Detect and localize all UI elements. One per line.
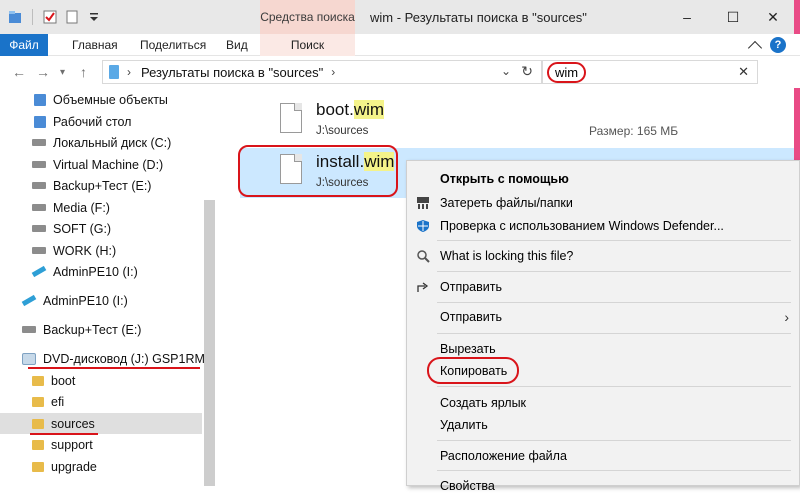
- sidebar-item-drive-d[interactable]: Virtual Machine (D:): [32, 154, 163, 175]
- menu-item-share[interactable]: Отправить: [407, 274, 800, 300]
- ribbon-tabs: Файл Главная Поделиться Вид Поиск ?: [0, 34, 800, 56]
- refresh-icon[interactable]: ↻: [521, 63, 533, 80]
- navigation-pane: Объемные объекты Рабочий стол Локальный …: [0, 88, 204, 486]
- menu-item-what-is-locking[interactable]: What is locking this file?: [407, 243, 800, 269]
- folder-icon: [32, 461, 44, 472]
- folder-blue-icon: [34, 115, 46, 128]
- breadcrumb-chevron-icon[interactable]: ›: [127, 65, 131, 79]
- breadcrumb[interactable]: Результаты поиска в "sources": [141, 65, 323, 80]
- quick-access-toolbar: [0, 0, 101, 34]
- sidebar-item-drive-e[interactable]: Backup+Тест (E:): [32, 175, 151, 196]
- folder-icon: [32, 418, 44, 429]
- breadcrumb-chevron-icon[interactable]: ›: [331, 65, 335, 79]
- file-size: Размер: 165 МБ: [589, 124, 679, 138]
- back-arrow-icon[interactable]: ←: [12, 64, 26, 80]
- drive-icon: [32, 139, 46, 146]
- menu-separator: [437, 240, 791, 241]
- sidebar-item-drive-c[interactable]: Локальный диск (C:): [32, 132, 171, 153]
- sidebar-scrollbar[interactable]: [204, 200, 215, 486]
- annotation-outline: [427, 357, 519, 384]
- clear-search-icon[interactable]: ✕: [738, 64, 749, 80]
- navigation-bar: ← → ▾ ↑ › Результаты поиска в "sources" …: [0, 56, 800, 88]
- menu-separator: [437, 440, 791, 441]
- sidebar-item-dvd[interactable]: DVD-дисковод (J:) GSP1RMC: [22, 348, 204, 369]
- properties-icon[interactable]: [43, 10, 57, 24]
- menu-item-send-to[interactable]: Отправить ›: [407, 304, 800, 330]
- menu-separator: [437, 386, 791, 387]
- file-path-boot: J:\sources: [316, 125, 369, 137]
- tab-home[interactable]: Главная: [72, 34, 118, 56]
- drive-icon: [32, 161, 46, 168]
- sidebar-item-drive-f[interactable]: Media (F:): [32, 197, 110, 218]
- sidebar-item-desktop[interactable]: Рабочий стол: [34, 111, 131, 132]
- sidebar-item-backup[interactable]: Backup+Тест (E:): [22, 319, 141, 340]
- folder-blue-icon: [34, 93, 46, 106]
- sidebar-item-support[interactable]: support: [32, 434, 93, 455]
- menu-item-properties[interactable]: Свойства: [407, 473, 800, 499]
- address-bar[interactable]: › Результаты поиска в "sources" › ⌄ ↻: [102, 60, 542, 84]
- context-menu: Открыть с помощью Затереть файлы/папки П…: [406, 160, 800, 493]
- sidebar-item-adminpe[interactable]: AdminPE10 (I:): [21, 290, 128, 311]
- search-tools-context-label: Средства поиска: [260, 0, 355, 34]
- recent-locations-icon[interactable]: ▾: [60, 67, 65, 78]
- dvd-icon: [22, 352, 36, 365]
- forward-arrow-icon[interactable]: →: [36, 64, 50, 80]
- menu-item-open-with[interactable]: Открыть с помощью: [407, 166, 800, 192]
- sidebar-item-sources[interactable]: sources: [0, 413, 202, 434]
- sidebar-item-3d-objects[interactable]: Объемные объекты: [34, 89, 168, 110]
- sidebar-item-drive-h[interactable]: WORK (H:): [32, 240, 116, 261]
- sidebar-item-boot[interactable]: boot: [32, 370, 75, 391]
- tab-search[interactable]: Поиск: [260, 34, 355, 56]
- file-icon: [280, 103, 302, 133]
- annotation-outline: [238, 145, 398, 197]
- search-query[interactable]: wim: [547, 61, 587, 83]
- drive-icon: [32, 225, 46, 232]
- file-name-boot[interactable]: boot.wim: [316, 100, 385, 120]
- share-icon: [415, 279, 431, 295]
- search-input[interactable]: wim ✕: [542, 60, 758, 84]
- tab-view[interactable]: Вид: [226, 34, 248, 56]
- lock-search-icon: [415, 248, 431, 264]
- menu-separator: [437, 470, 791, 471]
- explorer-icon: [8, 10, 22, 24]
- menu-separator: [437, 271, 791, 272]
- drive-icon: [32, 247, 46, 254]
- search-folder-icon: [109, 65, 119, 79]
- submenu-chevron-icon: ›: [784, 309, 789, 325]
- folder-icon: [32, 439, 44, 450]
- folder-icon: [32, 396, 44, 407]
- drive-icon: [32, 204, 46, 211]
- minimize-button[interactable]: –: [664, 0, 710, 34]
- title-bar: Средства поиска wim - Результаты поиска …: [0, 0, 800, 34]
- new-folder-icon[interactable]: [65, 10, 79, 24]
- folder-icon: [32, 375, 44, 386]
- menu-item-defender-scan[interactable]: Проверка с использованием Windows Defend…: [407, 213, 800, 239]
- sidebar-item-drive-i[interactable]: AdminPE10 (I:): [31, 261, 138, 282]
- sidebar-item-efi[interactable]: efi: [32, 391, 64, 412]
- annotation-underline: [28, 367, 200, 369]
- close-button[interactable]: ✕: [750, 0, 796, 34]
- menu-item-open-location[interactable]: Расположение файла: [407, 443, 800, 469]
- customize-dropdown-icon[interactable]: [87, 10, 101, 24]
- annotation-underline: [30, 433, 98, 435]
- up-arrow-icon[interactable]: ↑: [80, 64, 87, 80]
- sidebar-item-drive-g[interactable]: SOFT (G:): [32, 218, 111, 239]
- menu-separator: [437, 333, 791, 334]
- defender-shield-icon: [415, 218, 431, 234]
- address-dropdown-icon[interactable]: ⌄: [501, 64, 511, 78]
- tab-share[interactable]: Поделиться: [140, 34, 206, 56]
- collapse-ribbon-icon[interactable]: [747, 40, 763, 56]
- usb-icon: [21, 294, 37, 307]
- drive-icon: [32, 182, 46, 189]
- menu-separator: [437, 302, 791, 303]
- shredder-icon: [415, 195, 431, 211]
- help-icon[interactable]: ?: [770, 37, 786, 53]
- drive-icon: [22, 326, 36, 333]
- menu-item-delete[interactable]: Удалить: [407, 412, 800, 438]
- sidebar-item-upgrade[interactable]: upgrade: [32, 456, 97, 477]
- tab-file[interactable]: Файл: [0, 34, 48, 56]
- toolbar-divider: [32, 9, 33, 25]
- window-title: wim - Результаты поиска в "sources": [370, 10, 587, 25]
- usb-icon: [31, 265, 47, 278]
